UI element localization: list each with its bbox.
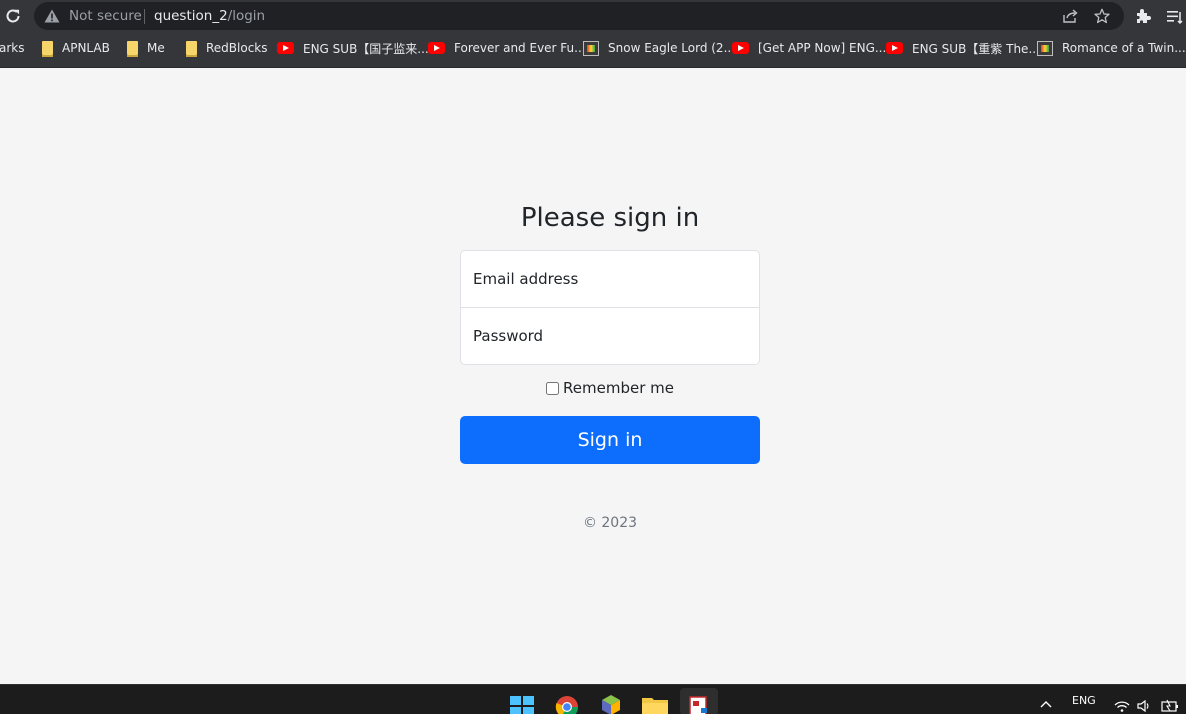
- bookmark-video-4[interactable]: [Get APP Now] ENG...: [732, 33, 886, 63]
- volume-icon[interactable]: [1137, 700, 1152, 712]
- password-field[interactable]: [460, 307, 760, 365]
- remember-me[interactable]: Remember me: [460, 377, 760, 399]
- reload-icon[interactable]: [4, 7, 22, 25]
- bookmark-video-1[interactable]: ENG SUB【国子监来...: [277, 33, 429, 63]
- bookmark-label: Snow Eagle Lord (2...: [608, 41, 736, 55]
- url-host: question_2: [154, 8, 228, 24]
- chrome-icon[interactable]: [555, 695, 579, 714]
- bookmark-label: ENG SUB【重紫 The...: [912, 41, 1040, 56]
- folder-icon: [127, 41, 138, 57]
- security-status[interactable]: Not secure: [69, 8, 142, 24]
- wifi-icon[interactable]: [1114, 700, 1130, 712]
- bookmark-video-6[interactable]: Romance of a Twin...: [1037, 33, 1186, 63]
- share-icon[interactable]: [1062, 8, 1078, 24]
- bookmark-label: RedBlocks: [206, 41, 268, 55]
- bookmark-label: [Get APP Now] ENG...: [758, 41, 887, 55]
- folder-icon: [186, 41, 197, 57]
- youtube-icon: [886, 42, 903, 54]
- warning-icon[interactable]: [44, 9, 60, 23]
- omnibox-divider: [144, 9, 145, 24]
- bookmark-redblocks[interactable]: RedBlocks: [186, 33, 268, 63]
- snipping-tool-icon: [689, 696, 707, 714]
- bookmark-me[interactable]: Me: [127, 33, 165, 63]
- bookmarks-bar: arks APNLAB Me RedBlocks ENG SUB【国子监来...…: [0, 33, 1186, 68]
- remember-me-checkbox[interactable]: [546, 381, 560, 395]
- browser-toolbar: Not secure question_2/login: [0, 0, 1186, 33]
- youtube-icon: [428, 42, 445, 54]
- email-field[interactable]: [460, 250, 760, 308]
- film-icon: [583, 40, 599, 56]
- bookmark-label: arks: [0, 41, 25, 55]
- start-icon[interactable]: [510, 696, 534, 714]
- star-icon[interactable]: [1094, 8, 1110, 24]
- folder-icon: [42, 41, 53, 57]
- bookmark-video-5[interactable]: ENG SUB【重紫 The...: [886, 33, 1040, 63]
- taskbar-active-app[interactable]: [680, 688, 718, 714]
- chevron-up-icon[interactable]: [1040, 700, 1052, 708]
- signin-button[interactable]: Sign in: [460, 416, 760, 464]
- bookmark-all-bookmarks[interactable]: arks: [0, 33, 25, 63]
- bookmark-label: Me: [147, 41, 165, 55]
- youtube-icon: [277, 42, 294, 54]
- signin-form: Please sign in Remember me Sign in © 202…: [460, 200, 760, 545]
- bookmark-apnlab[interactable]: APNLAB: [42, 33, 110, 63]
- battery-icon[interactable]: [1161, 699, 1179, 712]
- bookmark-label: Forever and Ever Fu...: [454, 41, 586, 55]
- extensions-icon[interactable]: [1134, 8, 1151, 25]
- copyright-text: © 2023: [582, 515, 638, 531]
- file-explorer-icon[interactable]: [642, 696, 668, 714]
- page-title: Please sign in: [520, 203, 700, 233]
- youtube-icon: [732, 42, 749, 54]
- reading-list-icon[interactable]: [1166, 8, 1183, 25]
- remember-me-label: Remember me: [563, 379, 674, 397]
- bookmark-label: APNLAB: [62, 41, 110, 55]
- url-text[interactable]: question_2/login: [154, 8, 265, 24]
- bookmark-label: ENG SUB【国子监来...: [303, 41, 429, 56]
- taskbar: ENG: [0, 684, 1186, 714]
- bookmark-label: Romance of a Twin...: [1062, 41, 1186, 55]
- url-path: /login: [227, 8, 266, 24]
- address-bar[interactable]: Not secure question_2/login: [34, 2, 1124, 30]
- bookmark-video-3[interactable]: Snow Eagle Lord (2...: [583, 33, 735, 63]
- language-indicator[interactable]: ENG: [1072, 694, 1096, 707]
- bookmark-video-2[interactable]: Forever and Ever Fu...: [428, 33, 586, 63]
- film-icon: [1037, 40, 1053, 56]
- app-cube-icon[interactable]: [600, 694, 622, 714]
